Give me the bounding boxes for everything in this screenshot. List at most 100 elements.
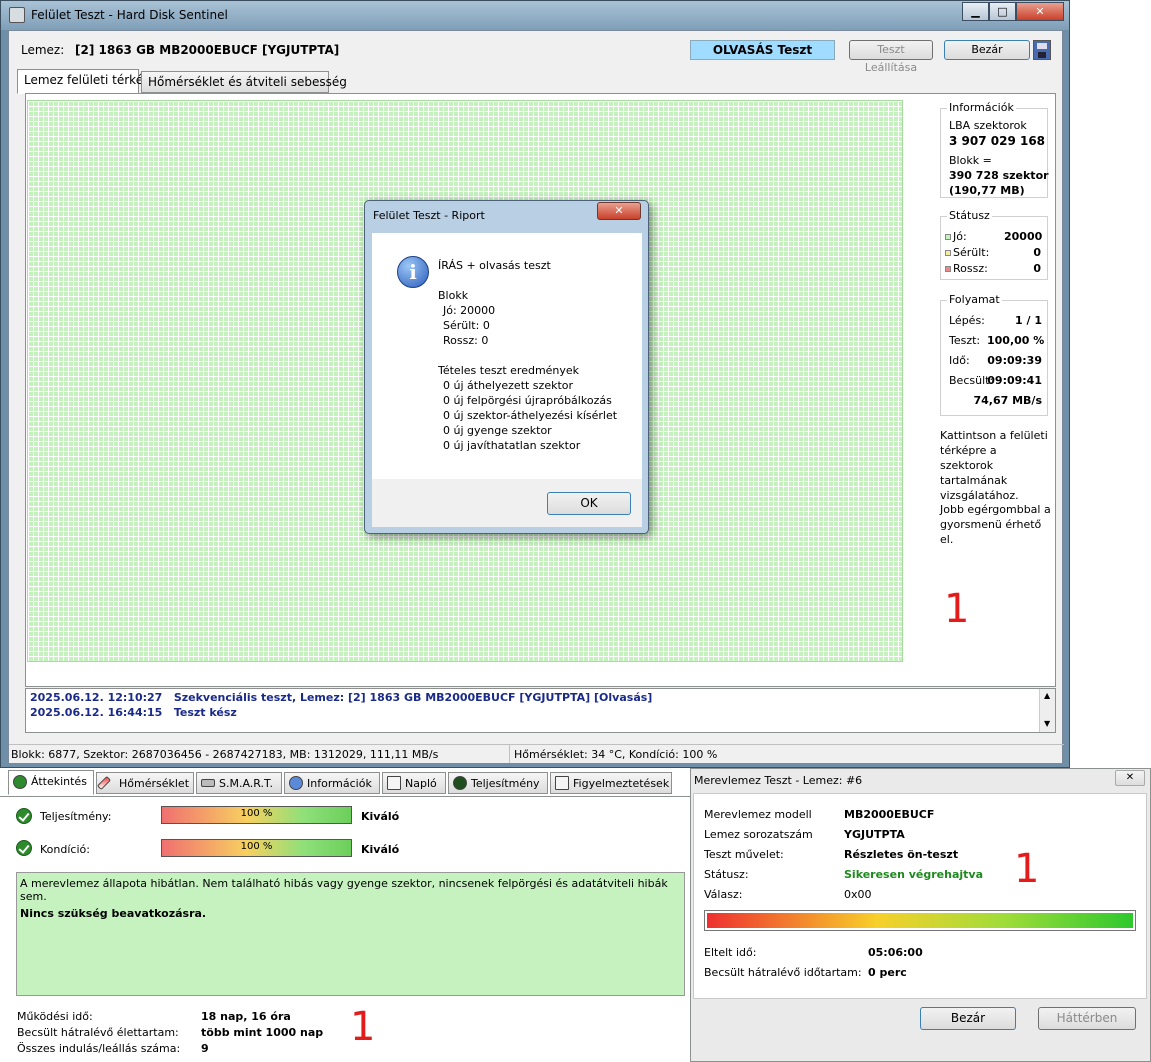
time-value: 09:09:39: [987, 354, 1042, 367]
title-bar[interactable]: Felület Teszt - Hard Disk Sentinel ▁ □ ✕: [1, 1, 1069, 30]
dialog-block: Blokk: [438, 289, 469, 302]
ok-button[interactable]: OK: [547, 492, 631, 515]
damaged-swatch: [945, 250, 951, 256]
log-text: Szekvenciális teszt, Lemez: [2] 1863 GB …: [173, 691, 653, 704]
block-label: Blokk =: [949, 154, 992, 167]
dialog-good: Jó: 20000: [443, 304, 496, 317]
step-label: Lépés:: [949, 314, 985, 327]
time-label: Idő:: [949, 354, 970, 367]
answer-label: Válasz:: [704, 888, 743, 901]
test-value: 100,00 %: [987, 334, 1045, 347]
window-title: Felület Teszt - Hard Disk Sentinel: [31, 8, 228, 22]
info-icon: i: [397, 256, 429, 288]
damaged-value: 0: [1033, 246, 1041, 259]
dialog-close-button[interactable]: ✕: [597, 202, 641, 220]
dialog-footer: OK: [372, 479, 642, 527]
dialog-item: 0 új gyenge szektor: [443, 424, 552, 437]
log-panel[interactable]: 2025.06.12. 12:10:27 Szekvenciális teszt…: [25, 688, 1056, 733]
info-group: Információk LBA szektorok 3 907 029 168 …: [940, 101, 1049, 198]
selftest-panel: Merevlemez modell MB2000EBUCF Lemez soro…: [693, 793, 1147, 999]
bad-swatch: [945, 266, 951, 272]
gauge-icon: [453, 776, 467, 790]
close-window-button[interactable]: ✕: [1016, 2, 1064, 21]
condition-rating: Kiváló: [361, 843, 400, 856]
tab-temperature[interactable]: Hőmérséklet: [96, 772, 194, 794]
save-icon[interactable]: [1033, 40, 1051, 60]
block-size: (190,77 MB): [949, 184, 1025, 197]
tab-temperature-speed[interactable]: Hőmérséklet és átviteli sebesség: [141, 71, 347, 93]
tab-information[interactable]: Információk: [284, 772, 380, 794]
minimize-button[interactable]: ▁: [962, 2, 989, 21]
statusbar-right: Hőmérséklet: 34 °C, Kondíció: 100 %: [514, 748, 718, 761]
remaining-value: 0 perc: [868, 966, 907, 979]
block-value: 390 728 szektor: [949, 169, 1049, 182]
bad-label: Rossz:: [953, 262, 988, 275]
remaining-label: Becsült hátralévő időtartam:: [704, 966, 862, 979]
log-scrollbar[interactable]: ▲ ▼: [1039, 689, 1055, 732]
selftest-status-label: Státusz:: [704, 868, 749, 881]
tab-smart[interactable]: S.M.A.R.T.: [196, 772, 282, 794]
serial-value: YGJUTPTA: [844, 828, 905, 841]
answer-value: 0x00: [844, 888, 872, 901]
thermometer-icon: [96, 775, 112, 791]
performance-percent: 100 %: [240, 808, 273, 819]
lifetime-value: több mint 1000 nap: [201, 1026, 324, 1039]
scroll-up-icon[interactable]: ▲: [1044, 691, 1050, 700]
log-text: Teszt kész: [173, 706, 237, 719]
progress-group: Folyamat Lépés: 1 / 1 Teszt: 100,00 % Id…: [940, 293, 1048, 416]
maximize-button[interactable]: □: [989, 2, 1016, 21]
progress-group-title: Folyamat: [947, 293, 1002, 306]
tab-log[interactable]: Napló: [382, 772, 446, 794]
performance-rating: Kiváló: [361, 810, 400, 823]
stop-test-button[interactable]: Teszt Leállítása: [849, 40, 933, 74]
starts-label: Összes indulás/leállás száma:: [17, 1042, 181, 1055]
statusbar-left: Blokk: 6877, Szektor: 2687036456 - 26874…: [11, 748, 439, 761]
scroll-down-icon[interactable]: ▼: [1044, 719, 1050, 728]
click-hint: Kattintson a felületi térképre a szektor…: [940, 429, 1048, 502]
annotation-one: 1: [944, 586, 970, 632]
log-time: 2025.06.12. 12:10:27: [30, 691, 163, 704]
disk-value[interactable]: [2] 1863 GB MB2000EBUCF [YGJUTPTA]: [75, 43, 339, 57]
dialog-item: 0 új szektor-áthelyezési kísérlet: [443, 409, 618, 422]
condition-percent: 100 %: [240, 841, 273, 852]
performance-check-icon: [16, 808, 32, 824]
selftest-progress-fill: [707, 913, 1133, 928]
performance-bar: 100 %: [161, 806, 352, 824]
tab-surface-map[interactable]: Lemez felületi térkép: [17, 69, 151, 94]
dialog-items-heading: Tételes teszt eredmények: [438, 364, 580, 377]
selftest-progress-bar: [704, 910, 1136, 931]
condition-label: Kondíció:: [40, 843, 90, 856]
health-message-box: A merevlemez állapota hibátlan. Nem talá…: [16, 872, 685, 996]
dialog-bad: Rossz: 0: [443, 334, 489, 347]
right-click-hint: Jobb egérgombbal a gyorsmenü érhető el.: [940, 503, 1051, 546]
health-message: A merevlemez állapota hibátlan. Nem talá…: [20, 877, 668, 903]
condition-bar: 100 %: [161, 839, 352, 857]
alert-document-icon: [555, 776, 569, 790]
overview-panel: Áttekintés Hőmérséklet S.M.A.R.T. Inform…: [0, 768, 690, 1062]
elapsed-value: 05:06:00: [868, 946, 923, 959]
info-group-title: Információk: [947, 101, 1016, 114]
model-label: Merevlemez modell: [704, 808, 812, 821]
dialog-heading: ÍRÁS + olvasás teszt: [438, 259, 551, 272]
background-button[interactable]: Háttérben: [1038, 1007, 1136, 1030]
uptime-value: 18 nap, 16 óra: [201, 1010, 291, 1023]
tab-performance[interactable]: Teljesítmény: [448, 772, 548, 794]
serial-label: Lemez sorozatszám: [704, 828, 813, 841]
estimate-value: 09:09:41: [987, 374, 1042, 387]
tab-overview[interactable]: Áttekintés: [8, 770, 94, 795]
tab-alerts[interactable]: Figyelmeztetések: [550, 772, 672, 794]
selftest-close-button[interactable]: Bezár: [920, 1007, 1016, 1030]
uptime-label: Működési idő:: [17, 1010, 93, 1023]
dialog-item: 0 új felpörgési újrapróbálkozás: [443, 394, 612, 407]
condition-check-icon: [16, 840, 32, 856]
good-value: 20000: [1004, 230, 1043, 243]
selftest-close-icon[interactable]: ✕: [1115, 770, 1145, 786]
statusbar-divider: [509, 745, 510, 763]
dialog-title: Felület Teszt - Riport: [373, 209, 485, 222]
annotation-two: 1: [1014, 846, 1040, 892]
lifetime-label: Becsült hátralévő élettartam:: [17, 1026, 179, 1039]
step-value: 1 / 1: [1015, 314, 1042, 327]
elapsed-label: Eltelt idő:: [704, 946, 757, 959]
disk-label: Lemez:: [21, 43, 65, 57]
close-button[interactable]: Bezár: [944, 40, 1030, 60]
